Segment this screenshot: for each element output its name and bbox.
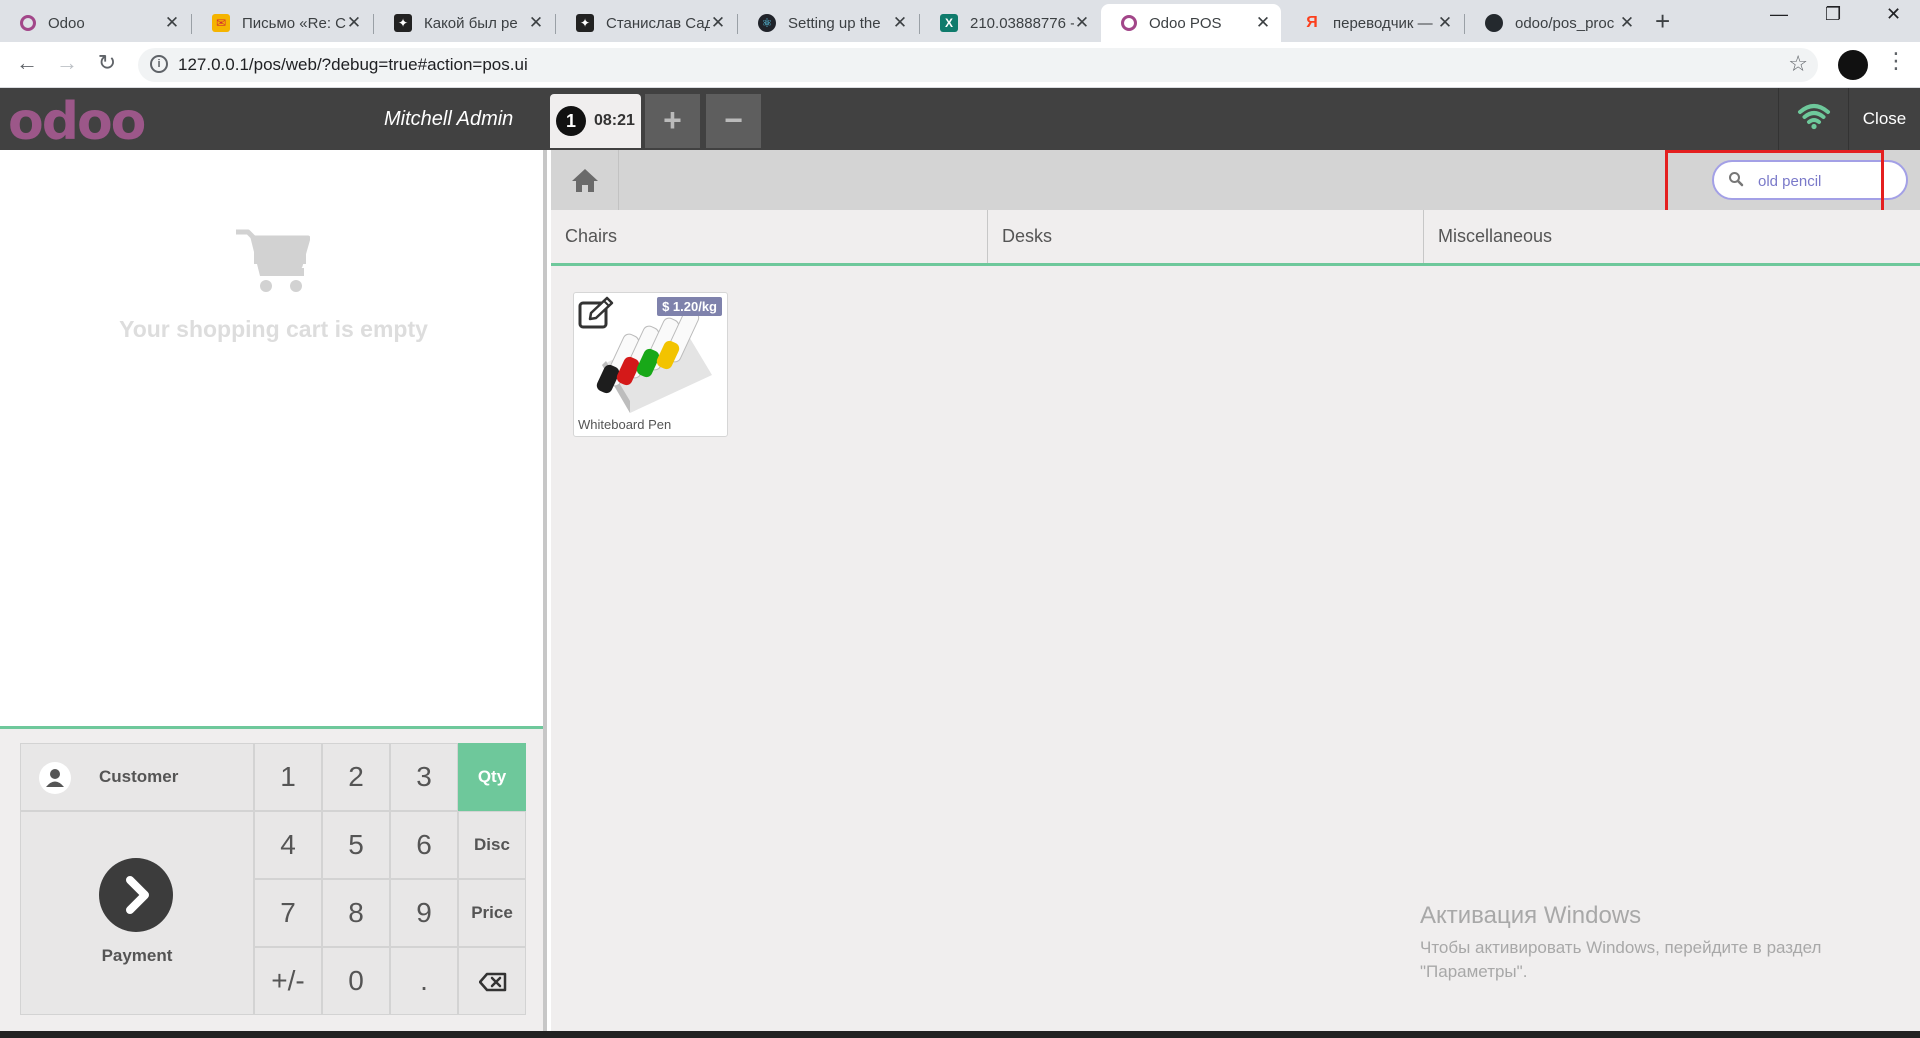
close-icon[interactable]: ✕ (1437, 14, 1453, 31)
browser-tab-mail[interactable]: ✉ Письмо «Re: C ✕ (192, 4, 372, 42)
category-chairs[interactable]: Chairs (551, 210, 988, 263)
numpad-7[interactable]: 7 (254, 879, 322, 947)
category-desks[interactable]: Desks (988, 210, 1424, 263)
numpad-6[interactable]: 6 (390, 811, 458, 879)
user-icon (39, 762, 71, 794)
product-card[interactable]: $ 1.20/kg Whiteboard Pen (573, 292, 728, 437)
edit-icon[interactable] (576, 295, 618, 331)
browser-menu-icon[interactable]: ⋮ (1885, 48, 1907, 74)
numpad-8[interactable]: 8 (322, 879, 390, 947)
minimize-button[interactable]: — (1770, 4, 1788, 25)
order-number: 1 (556, 106, 586, 136)
user-name[interactable]: Mitchell Admin (384, 108, 513, 131)
numpad-4[interactable]: 4 (254, 811, 322, 879)
mode-disc-button[interactable]: Disc (458, 811, 526, 879)
numpad-2[interactable]: 2 (322, 743, 390, 811)
category-miscellaneous[interactable]: Miscellaneous (1424, 210, 1920, 263)
info-icon[interactable]: i (150, 55, 168, 73)
github-icon (1485, 14, 1503, 32)
mode-qty-button[interactable]: Qty (458, 743, 526, 811)
odoo-logo: odoo (8, 92, 146, 152)
browser-tab-odoo[interactable]: Odoo ✕ (0, 4, 190, 42)
bookmark-star-icon[interactable]: ☆ (1788, 51, 1808, 77)
browser-tab-3[interactable]: ✦ Какой был ре ✕ (374, 4, 554, 42)
close-icon[interactable]: ✕ (892, 14, 908, 31)
mode-price-button[interactable]: Price (458, 879, 526, 947)
close-icon[interactable]: ✕ (1255, 14, 1271, 31)
home-button[interactable] (551, 150, 619, 210)
price-tag: $ 1.20/kg (657, 297, 722, 316)
customer-button[interactable]: Customer (20, 743, 254, 811)
browser-tab-odoo-pos[interactable]: Odoo POS ✕ (1101, 4, 1281, 42)
odoo-icon (20, 15, 36, 31)
category-list: Chairs Desks Miscellaneous (551, 210, 1920, 266)
omnibox[interactable]: i 127.0.0.1/pos/web/?debug=true#action=p… (138, 48, 1818, 82)
remove-order-button[interactable]: − (706, 94, 761, 148)
activation-line-2: "Параметры". (1420, 962, 1528, 981)
yandex-icon: Я (1306, 14, 1318, 31)
action-pad: Customer Payment 1 2 3 Qty 4 5 6 Disc 7 … (0, 726, 543, 1038)
numpad-3[interactable]: 3 (390, 743, 458, 811)
url-text[interactable]: 127.0.0.1/pos/web/?debug=true#action=pos… (178, 55, 528, 75)
backspace-icon (479, 972, 507, 992)
profile-avatar[interactable] (1838, 50, 1868, 80)
order-pane: Your shopping cart is empty Customer Pay… (0, 150, 547, 1038)
activation-title: Активация Windows (1420, 902, 1642, 929)
forward-icon[interactable]: → (52, 50, 82, 76)
add-order-button[interactable]: + (645, 94, 700, 148)
close-icon[interactable]: ✕ (346, 14, 362, 31)
new-tab-button[interactable]: + (1655, 6, 1670, 37)
home-icon (572, 169, 598, 192)
reload-icon[interactable]: ↻ (92, 50, 122, 76)
close-icon[interactable]: ✕ (1074, 14, 1090, 31)
close-icon[interactable]: ✕ (528, 14, 544, 31)
payment-button[interactable]: Payment (20, 811, 254, 1015)
order-tab[interactable]: 1 08:21 (550, 94, 641, 148)
product-name: Whiteboard Pen (578, 417, 672, 432)
address-bar: ← → ↻ i 127.0.0.1/pos/web/?debug=true#ac… (0, 42, 1920, 88)
back-icon[interactable]: ← (12, 50, 42, 76)
mail-icon: ✉ (212, 14, 230, 32)
star-icon: ✦ (576, 14, 594, 32)
browser-tab-github[interactable]: odoo/pos_proc ✕ (1465, 4, 1645, 42)
browser-tab-5[interactable]: ⚛ Setting up the ✕ (738, 4, 918, 42)
close-icon[interactable]: ✕ (164, 14, 180, 31)
taskbar-edge (0, 1031, 1920, 1038)
backspace-button[interactable] (458, 947, 526, 1015)
browser-tab-4[interactable]: ✦ Станислав Сад ✕ (556, 4, 736, 42)
chevron-right-icon (99, 858, 173, 932)
wifi-icon[interactable] (1778, 88, 1848, 150)
close-icon[interactable]: ✕ (710, 14, 726, 31)
windows-activation-watermark: Активация Windows Чтобы активировать Win… (1420, 902, 1821, 984)
star-icon: ✦ (394, 14, 412, 32)
odoo-icon (1121, 15, 1137, 31)
close-pos-button[interactable]: Close (1848, 88, 1920, 150)
empty-cart-message: Your shopping cart is empty (119, 316, 428, 342)
numpad-dot[interactable]: . (390, 947, 458, 1015)
numpad-9[interactable]: 9 (390, 879, 458, 947)
payment-label: Payment (101, 946, 173, 965)
react-icon: ⚛ (758, 14, 776, 32)
close-icon[interactable]: ✕ (1619, 14, 1635, 31)
order-time: 08:21 (594, 112, 635, 129)
numpad-0[interactable]: 0 (322, 947, 390, 1015)
browser-tab-strip: Odoo ✕ ✉ Письмо «Re: C ✕ ✦ Какой был ре … (0, 0, 1920, 42)
numpad-sign[interactable]: +/- (254, 947, 322, 1015)
customer-label: Customer (99, 767, 179, 786)
pos-header: odoo Mitchell Admin 1 08:21 + − Close (0, 88, 1920, 152)
shopping-cart-icon (234, 228, 311, 299)
numpad-1[interactable]: 1 (254, 743, 322, 811)
browser-tab-yandex[interactable]: Я переводчик — ✕ (1283, 4, 1463, 42)
restore-button[interactable]: ❐ (1825, 4, 1841, 25)
excel-icon: X (940, 14, 958, 32)
activation-line-1: Чтобы активировать Windows, перейдите в … (1420, 938, 1822, 957)
window-close-button[interactable]: ✕ (1886, 4, 1901, 25)
browser-tab-6[interactable]: X 210.03888776 - ✕ (920, 4, 1100, 42)
numpad-5[interactable]: 5 (322, 811, 390, 879)
